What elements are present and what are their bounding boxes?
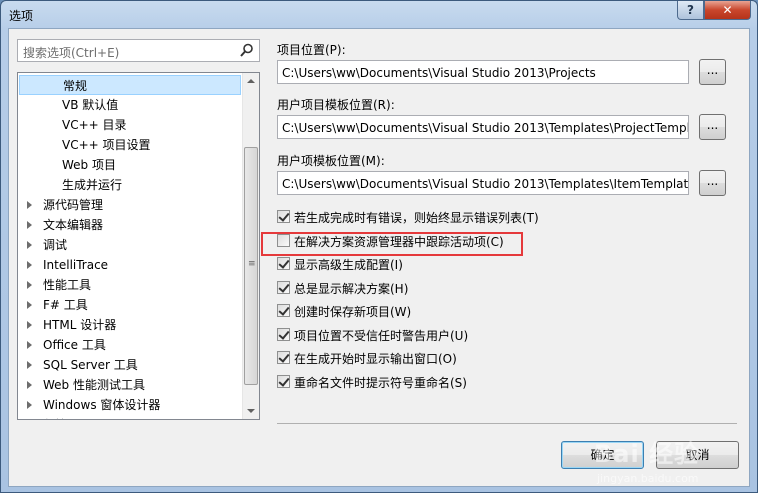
expand-arrow-icon[interactable] <box>27 261 32 269</box>
user-project-templates-field[interactable]: C:\Users\ww\Documents\Visual Studio 2013… <box>277 115 689 139</box>
expand-arrow-icon[interactable] <box>27 281 32 289</box>
user-item-templates-value: C:\Users\ww\Documents\Visual Studio 2013… <box>282 177 689 191</box>
scroll-down-icon[interactable] <box>247 409 255 413</box>
checkbox[interactable] <box>277 280 290 294</box>
scroll-thumb[interactable]: ≡ <box>244 147 258 385</box>
title-bar[interactable]: 选项 ? ✕ <box>1 1 757 28</box>
expand-arrow-icon[interactable] <box>27 401 32 409</box>
scroll-up-icon[interactable] <box>247 79 255 83</box>
tree-item[interactable]: 调试 <box>19 235 241 255</box>
tree-item-label: 文本编辑器 <box>43 218 104 232</box>
checkbox-label: 在生成开始时显示输出窗口(O) <box>294 352 457 366</box>
project-location-label: 项目位置(P): <box>277 43 346 57</box>
user-item-templates-browse-button[interactable]: ... <box>699 170 726 196</box>
tree-item[interactable]: 文本编辑器 <box>19 215 241 235</box>
tree-item[interactable]: Web 项目 <box>19 155 241 175</box>
options-dialog: 选项 ? ✕ 搜索选项(Ctrl+E) 常规 VB 默认值 VC++ 目录 VC++ … <box>0 0 758 493</box>
expand-arrow-icon[interactable] <box>27 221 32 229</box>
grip-icon: ≡ <box>248 259 256 269</box>
expand-arrow-icon[interactable] <box>27 341 32 349</box>
tree-item[interactable]: VC++ 目录 <box>19 115 241 135</box>
checkbox[interactable] <box>277 304 290 317</box>
project-location-field[interactable]: C:\Users\ww\Documents\Visual Studio 2013… <box>277 60 689 84</box>
help-button[interactable]: ? <box>677 1 704 20</box>
tree-item-label: Windows 窗体设计器 <box>43 398 161 412</box>
tree-item[interactable]: VC++ 项目设置 <box>19 135 241 155</box>
tree-item-label: HTML 设计器 <box>43 318 117 332</box>
tree-item-label: VC++ 项目设置 <box>62 138 151 152</box>
user-project-templates-browse-button[interactable]: ... <box>699 114 726 140</box>
close-button[interactable]: ✕ <box>704 1 751 20</box>
tree-item-label: 调试 <box>43 238 68 252</box>
tree-item[interactable]: 常规 <box>19 75 241 95</box>
checkbox-label: 总是显示解决方案(H) <box>294 281 409 296</box>
watermark-logo: Bai 经验 <box>594 440 700 468</box>
window-title: 选项 <box>9 9 34 23</box>
user-project-templates-value: C:\Users\ww\Documents\Visual Studio 2013… <box>282 121 689 135</box>
tree-item-label: Web 性能测试工具 <box>43 378 145 392</box>
watermark-url: jingyan.baidu.com <box>597 472 699 485</box>
user-project-templates-label: 用户项目模板位置(R): <box>277 98 395 112</box>
checkbox-label: 若生成完成时有错误，则始终显示错误列表(T) <box>294 211 539 225</box>
tree-item-label: 包管理器 <box>43 415 91 419</box>
user-item-templates-field[interactable]: C:\Users\ww\Documents\Visual Studio 2013… <box>277 171 689 195</box>
search-icon[interactable] <box>240 43 254 58</box>
tree-item-label: SQL Server 工具 <box>43 358 138 372</box>
tree-item[interactable]: Office 工具 <box>19 335 241 355</box>
checkbox-label: 创建时保存新项目(W) <box>294 305 412 319</box>
tree-item-label: VB 默认值 <box>62 98 119 112</box>
tree-item[interactable]: VB 默认值 <box>19 95 241 115</box>
tree-item[interactable]: 源代码管理 <box>19 195 241 215</box>
tree-item[interactable]: HTML 设计器 <box>19 315 241 335</box>
options-tree[interactable]: 常规 VB 默认值 VC++ 目录 VC++ 项目设置 Web 项目 生成并运行源代码管理… <box>17 72 260 420</box>
checkbox-label: 显示高级生成配置(I) <box>294 258 403 272</box>
tree-item-label: IntelliTrace <box>43 258 109 272</box>
dialog-client-area: 搜索选项(Ctrl+E) 常规 VB 默认值 VC++ 目录 VC++ 项目设置 Web… <box>8 28 750 487</box>
expand-arrow-icon[interactable] <box>27 321 32 329</box>
project-location-browse-button[interactable]: ... <box>699 59 726 85</box>
highlight-box <box>261 232 523 256</box>
expand-arrow-icon[interactable] <box>27 361 32 369</box>
project-location-value: C:\Users\ww\Documents\Visual Studio 2013… <box>282 66 596 80</box>
checkbox-label: 重命名文件时提示符号重命名(S) <box>294 375 467 390</box>
checkbox[interactable] <box>277 257 290 270</box>
tree-item-label: Office 工具 <box>43 338 106 352</box>
tree-item-label: 源代码管理 <box>43 198 104 212</box>
checkbox-label: 项目位置不受信任时警告用户(U) <box>294 328 469 343</box>
expand-arrow-icon[interactable] <box>27 301 32 309</box>
tree-item-label: 常规 <box>63 79 88 93</box>
tree-item[interactable]: IntelliTrace <box>19 255 241 275</box>
tree-scrollbar[interactable]: ≡ <box>242 73 259 419</box>
tree-item[interactable]: F# 工具 <box>19 295 241 315</box>
search-input[interactable]: 搜索选项(Ctrl+E) <box>17 39 260 62</box>
checkbox[interactable] <box>277 210 290 223</box>
divider <box>277 423 737 424</box>
tree-item-label: 性能工具 <box>43 278 92 292</box>
expand-arrow-icon[interactable] <box>27 201 32 209</box>
expand-arrow-icon[interactable] <box>27 241 32 249</box>
tree-item-label: Web 项目 <box>62 158 116 172</box>
tree-item[interactable]: Windows 窗体设计器 <box>19 395 241 415</box>
checkbox[interactable] <box>277 351 290 364</box>
tree-item[interactable]: 包管理器 <box>19 415 241 419</box>
tree-item-label: F# 工具 <box>43 298 88 312</box>
tree-item[interactable]: Web 性能测试工具 <box>19 375 241 395</box>
user-item-templates-label: 用户项模板位置(M): <box>277 154 385 168</box>
checkbox[interactable] <box>277 327 290 341</box>
checkbox[interactable] <box>277 374 290 388</box>
search-placeholder: 搜索选项(Ctrl+E) <box>23 46 120 60</box>
tree-item-label: 生成并运行 <box>62 178 123 192</box>
tree-item[interactable]: 性能工具 <box>19 275 241 295</box>
tree-item-label: VC++ 目录 <box>62 118 127 132</box>
tree-item[interactable]: 生成并运行 <box>19 175 241 195</box>
tree-item[interactable]: SQL Server 工具 <box>19 355 241 375</box>
expand-arrow-icon[interactable] <box>27 381 32 389</box>
